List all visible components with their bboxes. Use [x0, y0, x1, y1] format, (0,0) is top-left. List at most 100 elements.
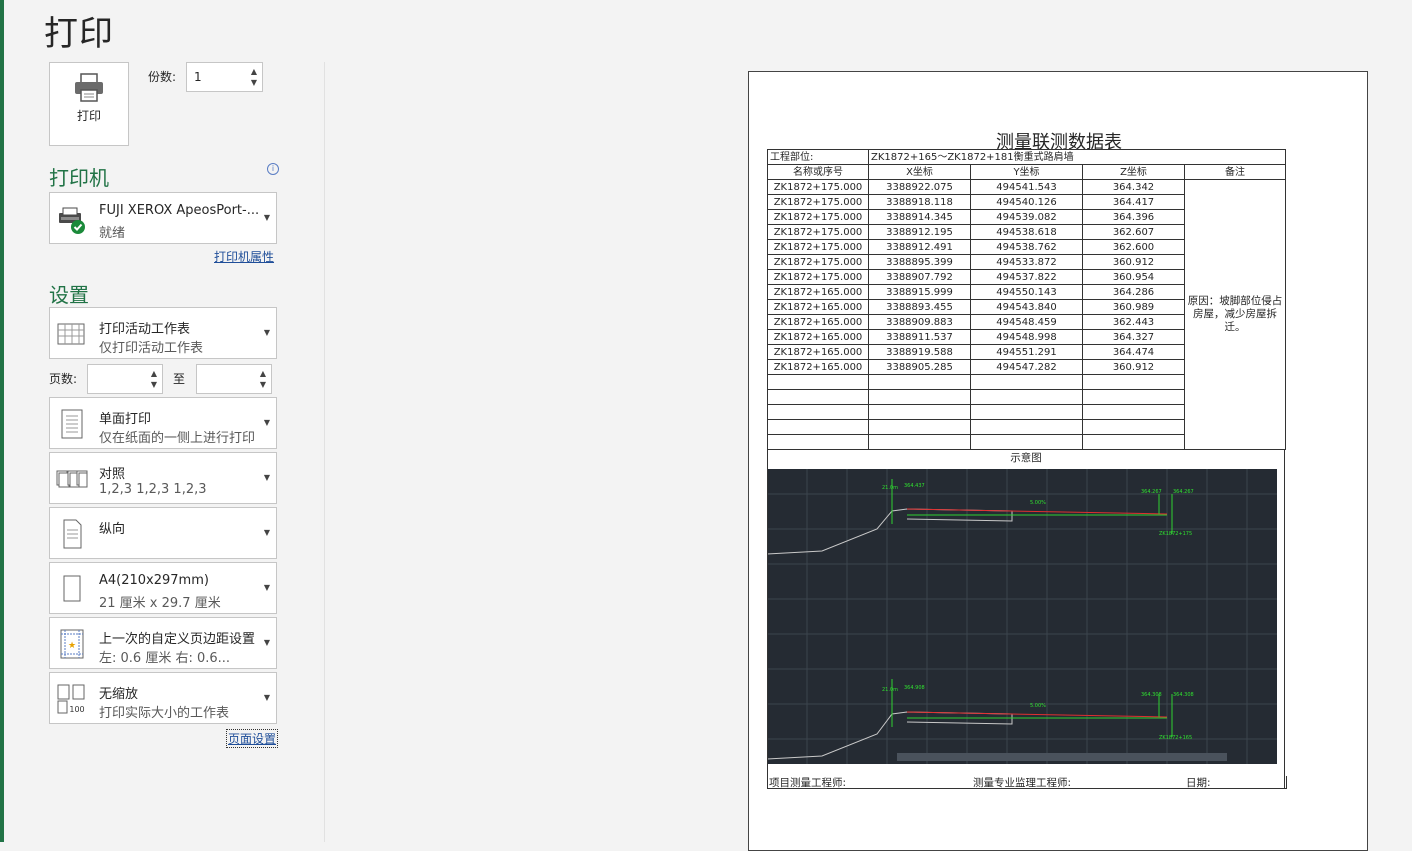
table-cell: ZK1872+175.000 — [767, 239, 869, 255]
printer-status: 就绪 — [99, 226, 126, 241]
column-header: X坐标 — [868, 164, 971, 180]
chevron-down-icon: ▼ — [263, 528, 270, 537]
orientation-select[interactable]: 纵向 ▼ — [49, 507, 277, 559]
increment-icon[interactable]: ▲ — [151, 369, 157, 378]
table-cell: 3388893.455 — [868, 299, 971, 315]
decrement-icon[interactable]: ▼ — [151, 380, 157, 389]
print-scope-select[interactable]: 打印活动工作表 仅打印活动工作表 ▼ — [49, 307, 277, 359]
table-cell: 494533.872 — [970, 254, 1083, 270]
print-button[interactable]: 打印 — [49, 62, 129, 146]
table-cell: 360.912 — [1082, 359, 1185, 375]
print-preview-page: 测量联测数据表 工程部位: ZK1872+165～ZK1872+181衡重式路肩… — [748, 71, 1368, 851]
table-cell: 3388895.399 — [868, 254, 971, 270]
column-header: Z坐标 — [1082, 164, 1185, 180]
table-cell: 3388919.588 — [868, 344, 971, 360]
survey-data-table: 工程部位: ZK1872+165～ZK1872+181衡重式路肩墙 名称或序号 … — [767, 149, 1286, 450]
table-cell: 364.327 — [1082, 329, 1185, 345]
table-cell: 494548.459 — [970, 314, 1083, 330]
printer-properties-link[interactable]: 打印机属性 — [214, 248, 274, 265]
table-cell: 360.954 — [1082, 269, 1185, 285]
increment-icon[interactable]: ▲ — [251, 67, 257, 76]
table-cell: 364.342 — [1082, 179, 1185, 195]
chevron-down-icon: ▼ — [263, 638, 270, 647]
table-cell — [767, 374, 869, 390]
table-cell: 3388911.537 — [868, 329, 971, 345]
decrement-icon[interactable]: ▼ — [251, 78, 257, 87]
orientation-title: 纵向 — [99, 522, 126, 537]
info-icon[interactable]: i — [267, 163, 279, 175]
svg-text:100: 100 — [69, 705, 84, 714]
collate-icon — [56, 470, 88, 488]
scaling-sub: 打印实际大小的工作表 — [99, 706, 230, 721]
table-cell: 3388915.999 — [868, 284, 971, 300]
table-cell: ZK1872+175.000 — [767, 254, 869, 270]
table-cell — [1082, 374, 1185, 390]
table-cell: 360.912 — [1082, 254, 1185, 270]
page-setup-link[interactable]: 页面设置 — [226, 729, 279, 748]
page-title: 打印 — [44, 14, 114, 54]
copies-stepper[interactable]: 1 ▲ ▼ — [186, 62, 263, 92]
sides-select[interactable]: 单面打印 仅在纸面的一侧上进行打印 ▼ — [49, 397, 277, 449]
printer-ready-icon — [59, 207, 85, 234]
table-cell — [970, 419, 1083, 435]
project-row: 工程部位: ZK1872+165～ZK1872+181衡重式路肩墙 — [767, 149, 1286, 165]
diagram-frame — [767, 449, 1285, 789]
table-cell: 3388914.345 — [868, 209, 971, 225]
portrait-icon — [63, 519, 82, 549]
paper-size-title: A4(210x297mm) — [99, 573, 209, 588]
printer-select[interactable]: FUJI XEROX ApeosPort-... 就绪 ▼ — [49, 192, 277, 244]
table-cell: 494551.291 — [970, 344, 1083, 360]
collate-title: 对照 — [99, 467, 126, 482]
supervisor-label: 测量专业监理工程师: — [973, 777, 1072, 789]
table-cell: ZK1872+165.000 — [767, 299, 869, 315]
pages-to-stepper[interactable]: ▲ ▼ — [196, 364, 272, 394]
svg-text:★: ★ — [68, 641, 76, 651]
increment-icon[interactable]: ▲ — [260, 369, 266, 378]
paper-size-select[interactable]: A4(210x297mm) 21 厘米 x 29.7 厘米 ▼ — [49, 562, 277, 614]
chevron-down-icon: ▼ — [263, 693, 270, 702]
copies-label: 份数: — [148, 70, 177, 84]
table-cell: 494538.618 — [970, 224, 1083, 240]
margins-icon: ★ — [60, 629, 84, 659]
table-cell: 362.607 — [1082, 224, 1185, 240]
print-scope-sub: 仅打印活动工作表 — [99, 341, 204, 356]
chevron-down-icon: ▼ — [263, 328, 270, 337]
pages-to-label: 至 — [173, 372, 186, 386]
print-scope-title: 打印活动工作表 — [99, 322, 191, 337]
table-cell: 3388912.491 — [868, 239, 971, 255]
chevron-down-icon: ▼ — [263, 213, 270, 222]
margins-title: 上一次的自定义页边距设置 — [99, 632, 256, 647]
table-cell: 360.989 — [1082, 299, 1185, 315]
table-cell — [767, 419, 869, 435]
sides-sub: 仅在纸面的一侧上进行打印 — [99, 431, 256, 446]
table-cell — [1082, 404, 1185, 420]
printer-name: FUJI XEROX ApeosPort-... — [99, 203, 260, 218]
decrement-icon[interactable]: ▼ — [260, 380, 266, 389]
table-cell — [868, 404, 971, 420]
table-cell: 3388918.118 — [868, 194, 971, 210]
table-cell: 3388907.792 — [868, 269, 971, 285]
table-cell: 494547.282 — [970, 359, 1083, 375]
print-button-label: 打印 — [76, 109, 101, 123]
table-cell — [868, 374, 971, 390]
table-cell: 494548.998 — [970, 329, 1083, 345]
margins-select[interactable]: ★ 上一次的自定义页边距设置 左: 0.6 厘米 右: 0.6... ▼ — [49, 617, 277, 669]
chevron-down-icon: ▼ — [263, 583, 270, 592]
pages-from-stepper[interactable]: ▲ ▼ — [87, 364, 163, 394]
table-cell: 3388912.195 — [868, 224, 971, 240]
table-cell — [1082, 434, 1185, 450]
scaling-select[interactable]: 100 无缩放 打印实际大小的工作表 ▼ — [49, 672, 277, 724]
table-header-row: 名称或序号 X坐标 Y坐标 Z坐标 备注 — [767, 164, 1286, 180]
worksheet-icon — [57, 323, 85, 345]
panel-divider — [324, 62, 325, 842]
table-cell: 494550.143 — [970, 284, 1083, 300]
project-label: 工程部位: — [767, 149, 869, 165]
table-cell — [868, 419, 971, 435]
collate-select[interactable]: 对照 1,2,3 1,2,3 1,2,3 ▼ — [49, 452, 277, 504]
table-cell: 362.443 — [1082, 314, 1185, 330]
table-cell — [767, 389, 869, 405]
table-cell: 364.474 — [1082, 344, 1185, 360]
scaling-title: 无缩放 — [99, 687, 139, 702]
collate-sub: 1,2,3 1,2,3 1,2,3 — [99, 482, 207, 497]
table-cell: 494541.543 — [970, 179, 1083, 195]
